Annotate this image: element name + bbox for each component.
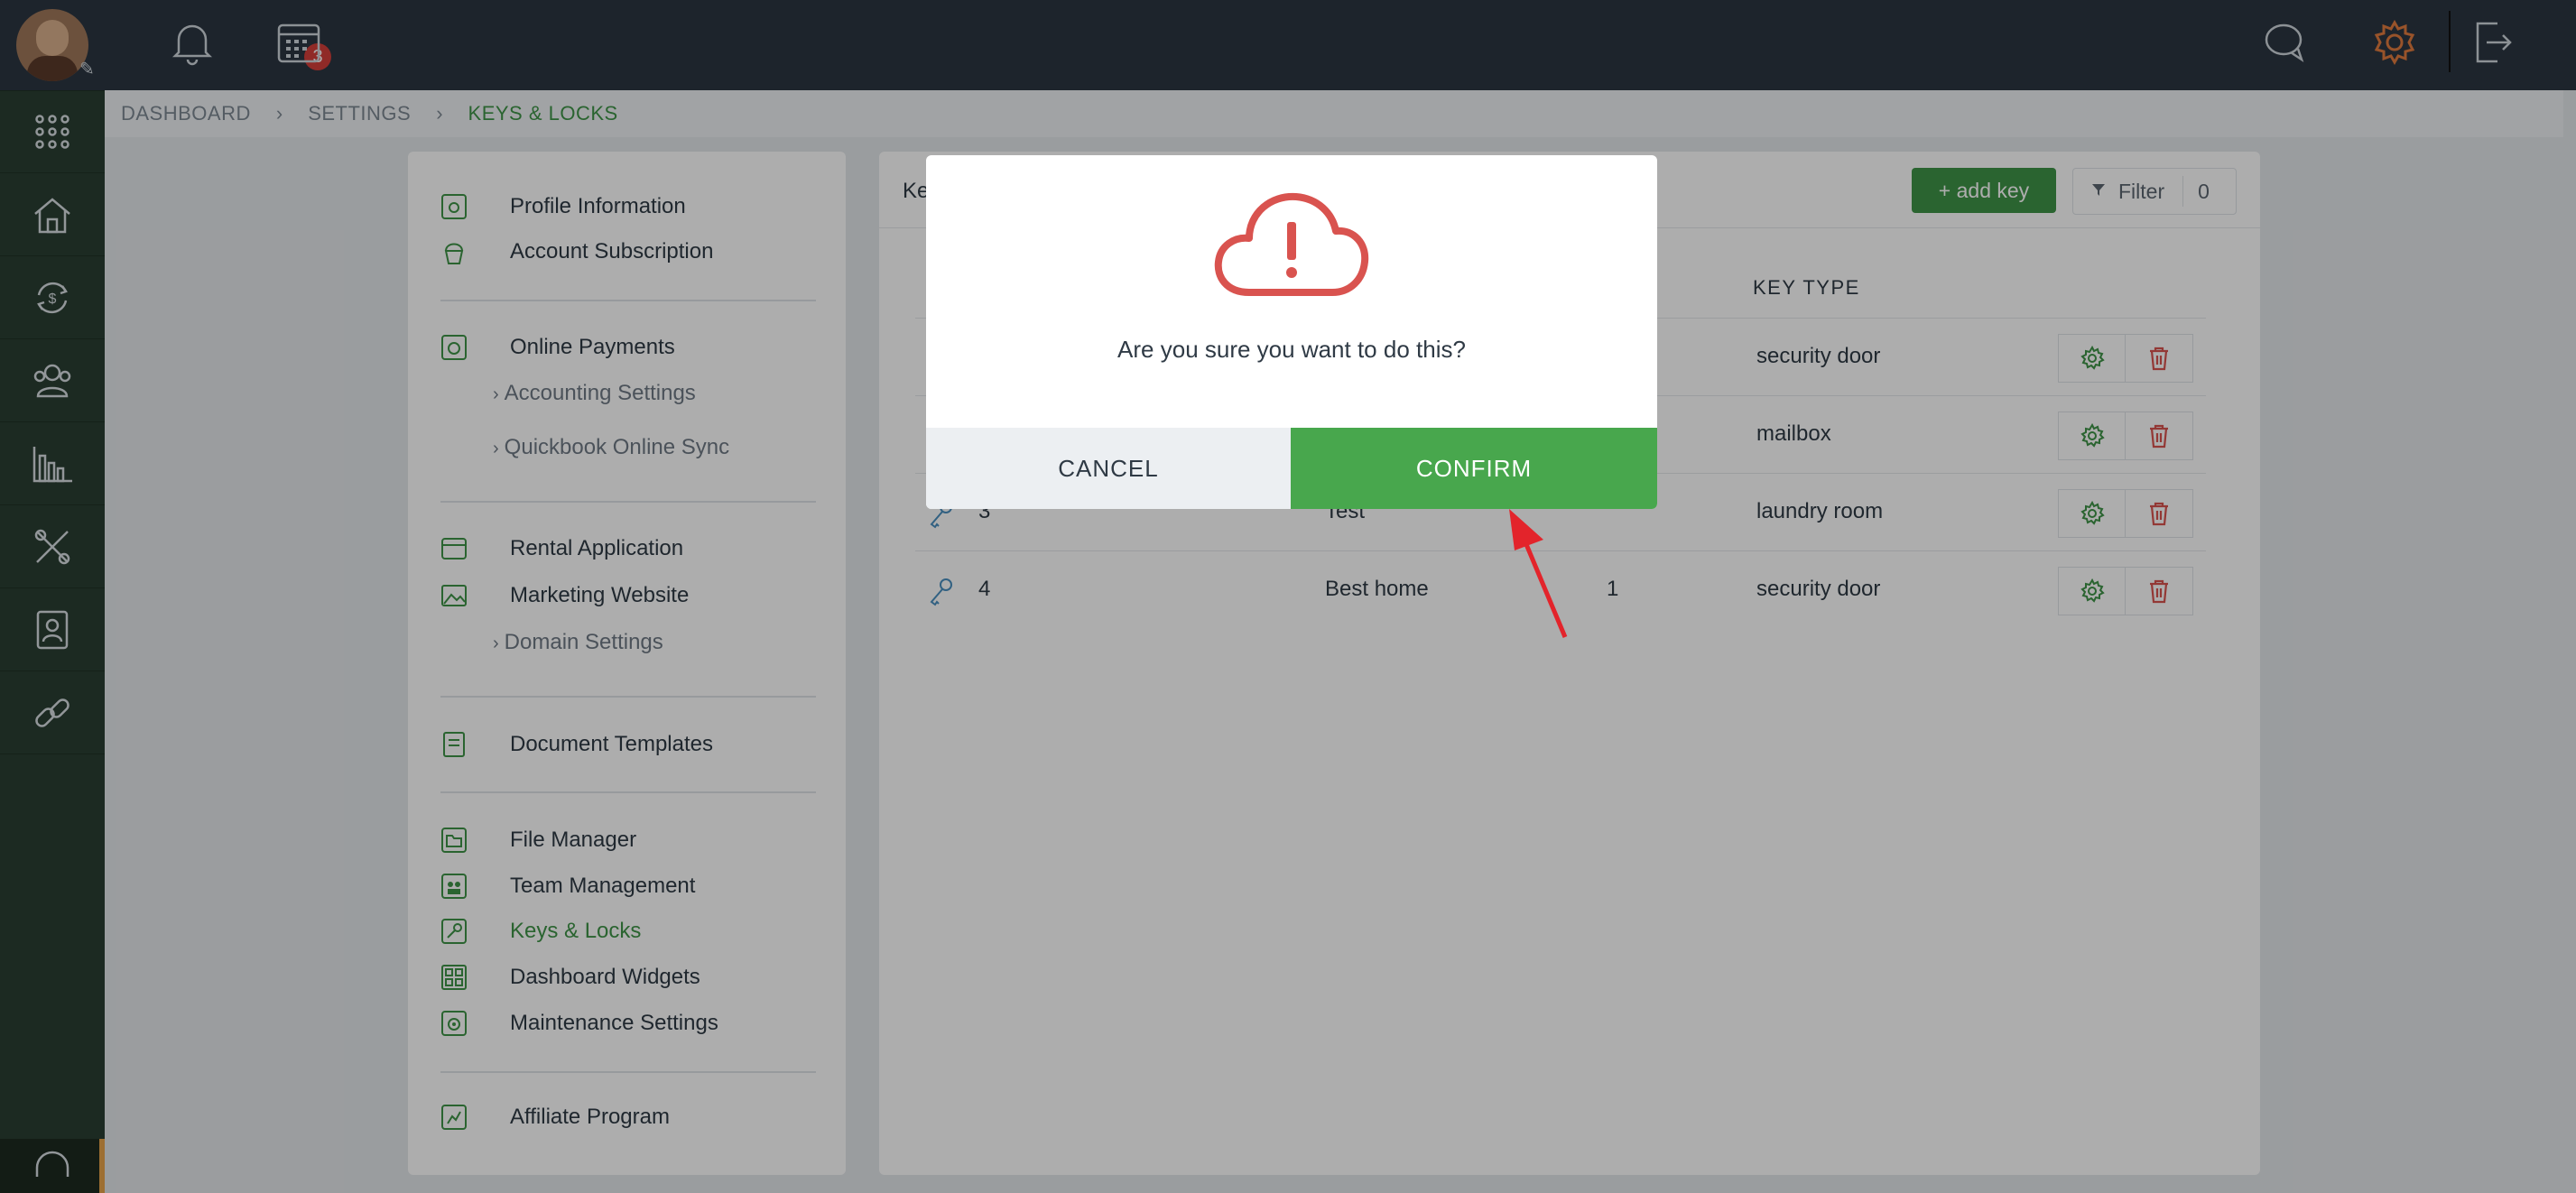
dialog-message: Are you sure you want to do this? bbox=[1117, 336, 1466, 363]
annotation-arrow-icon bbox=[1502, 505, 1574, 645]
cancel-button[interactable]: CANCEL bbox=[926, 428, 1291, 509]
confirm-dialog: Are you sure you want to do this? CANCEL… bbox=[926, 155, 1657, 509]
cloud-alert-icon bbox=[1213, 190, 1370, 304]
confirm-button[interactable]: CONFIRM bbox=[1291, 428, 1657, 509]
